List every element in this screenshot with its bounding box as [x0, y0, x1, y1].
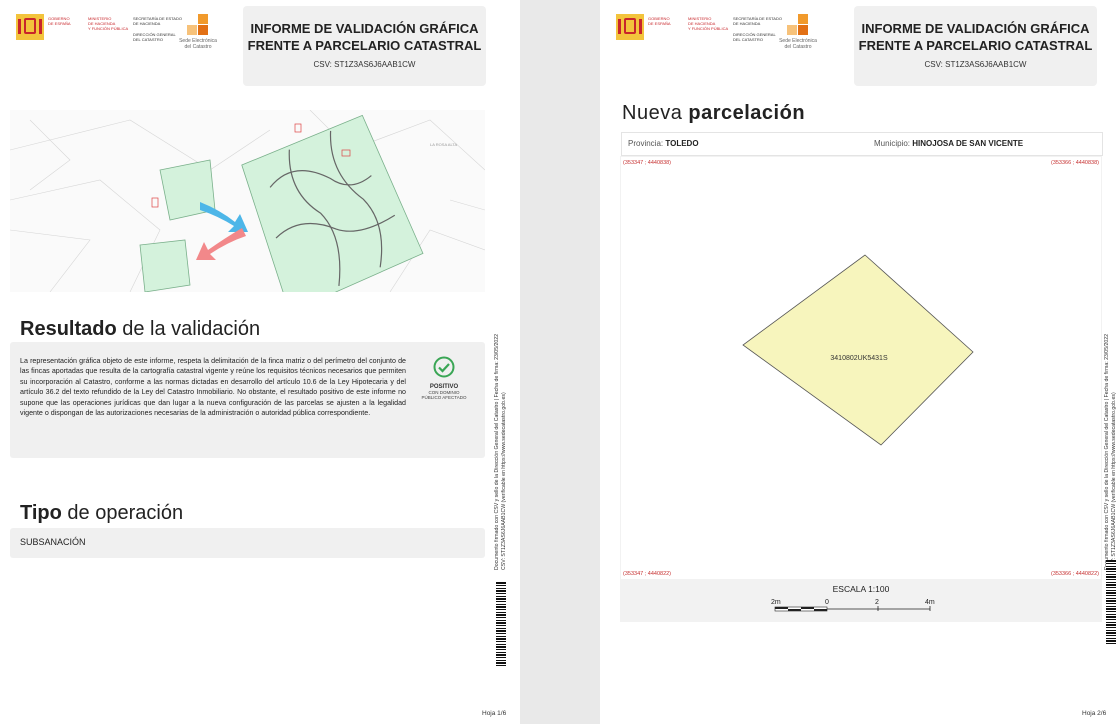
government-logo-block: GOBIERNO DE ESPAÑA MINISTERIO DE HACIEND… [10, 12, 240, 52]
side-signature-text: Documento firmado con CSV y sello de la … [1104, 333, 1117, 570]
new-parcel-title: Nueva parcelación [622, 102, 806, 124]
csv-code: CSV: ST1Z3AS6J6AAB1CW [313, 60, 416, 69]
location-bar: Provincia: TOLEDO Municipio: HINOJOSA DE… [621, 132, 1103, 156]
provincia-field: Provincia: TOLEDO [628, 139, 699, 148]
operation-section-title: Tipo de operación [20, 502, 184, 524]
scale-tick-label: 2m [771, 599, 781, 606]
report-header: INFORME DE VALIDACIÓN GRÁFICA FRENTE A P… [243, 6, 486, 86]
spain-coat-of-arms-icon [16, 14, 44, 40]
result-badge: POSITIVO CON DOMINIO PÚBLICO AFECTADO [412, 356, 476, 400]
sede-electronica-logo: Sede Electrónica del Catastro [170, 14, 226, 50]
parcel-drawing: 3410802UK5431S [742, 254, 974, 446]
csv-code: CSV: ST1Z3AS6J6AAB1CW [924, 60, 1027, 69]
operation-type-value: SUBSANACIÓN [20, 537, 86, 547]
sede-squares-icon [187, 14, 209, 36]
scale-tick-label: 0 [825, 599, 829, 606]
report-page-2: GOBIERNO DE ESPAÑA MINISTERIO DE HACIEND… [600, 0, 1119, 724]
scale-tick-label: 4m [925, 599, 935, 606]
scale-bar: 2m 0 2 4m [771, 599, 935, 612]
report-page-1: GOBIERNO DE ESPAÑA MINISTERIO DE HACIEND… [0, 0, 520, 724]
parcel-polygon [742, 254, 974, 446]
ministry-name: MINISTERIO DE HACIENDA Y FUNCIÓN PÚBLICA [88, 16, 129, 31]
puzzle-illustration: LA ROSA ALTA [10, 110, 485, 292]
municipio-field: Municipio: HINOJOSA DE SAN VICENTE [874, 139, 1024, 148]
report-header: INFORME DE VALIDACIÓN GRÁFICA FRENTE A P… [854, 6, 1097, 86]
parcel-reference: 3410802UK5431S [830, 355, 888, 362]
check-circle-icon [433, 356, 455, 378]
barcode [496, 582, 506, 666]
gov-name: GOBIERNO DE ESPAÑA [48, 16, 71, 26]
operation-type-box: SUBSANACIÓN [10, 528, 485, 558]
government-logo-block: GOBIERNO DE ESPAÑA MINISTERIO DE HACIEND… [610, 12, 840, 52]
parcel-map: (353347 ; 4440838) (353366 ; 4440838) (3… [621, 157, 1101, 579]
page-number: Hoja 2/6 [1082, 710, 1107, 717]
report-title: INFORME DE VALIDACIÓN GRÁFICA FRENTE A P… [858, 21, 1093, 53]
spain-coat-of-arms-icon [616, 14, 644, 40]
parcel-map-panel: (353347 ; 4440838) (353366 ; 4440838) (3… [620, 156, 1102, 622]
sede-squares-icon [787, 14, 809, 36]
result-section-title: Resultado de la validación [20, 318, 261, 340]
barcode [1106, 560, 1116, 644]
page-number: Hoja 1/6 [482, 710, 507, 717]
gov-name: GOBIERNO DE ESPAÑA [648, 16, 671, 26]
validation-result-text: La representación gráfica objeto de este… [20, 357, 406, 418]
ministry-name: MINISTERIO DE HACIENDA Y FUNCIÓN PÚBLICA [688, 16, 729, 31]
svg-text:LA ROSA ALTA: LA ROSA ALTA [430, 142, 458, 147]
report-title: INFORME DE VALIDACIÓN GRÁFICA FRENTE A P… [247, 21, 482, 53]
validation-result-box: La representación gráfica objeto de este… [10, 342, 485, 458]
side-signature-text: Documento firmado con CSV y sello de la … [494, 333, 507, 570]
badge-sub2: PÚBLICO AFECTADO [421, 395, 467, 400]
scale-tick-label: 2 [875, 599, 879, 606]
sede-electronica-logo: Sede Electrónica del Catastro [770, 14, 826, 50]
scale-label: ESCALA 1:100 [832, 584, 890, 594]
